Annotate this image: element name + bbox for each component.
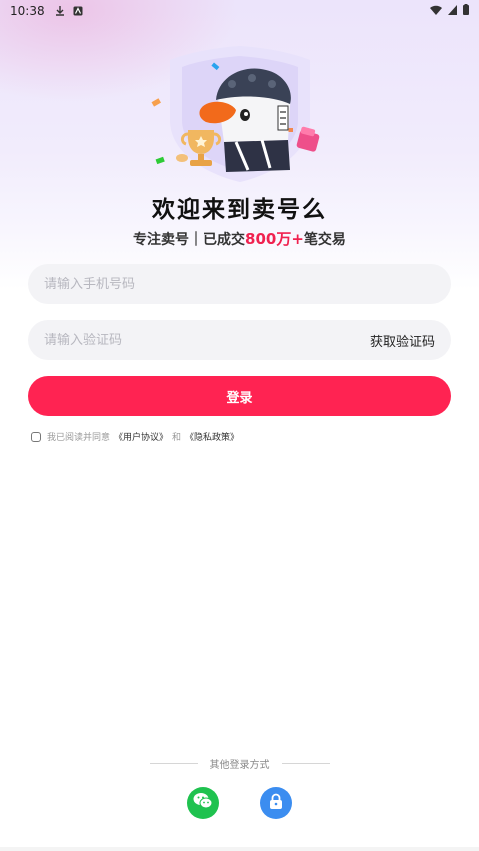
user-agreement-link[interactable]: 《用户协议》 <box>114 430 168 443</box>
page-title: 欢迎来到卖号么 <box>152 197 327 223</box>
wechat-login-button[interactable] <box>187 787 219 819</box>
status-right <box>430 4 469 18</box>
status-bar: 10:38 <box>0 0 479 22</box>
wechat-icon <box>193 792 213 814</box>
agreement-prefix: 我已阅读并同意 <box>47 433 111 443</box>
bottom-edge <box>0 847 479 851</box>
wifi-icon <box>430 4 442 18</box>
get-code-button[interactable]: 获取验证码 <box>370 331 435 350</box>
phone-field[interactable] <box>28 264 451 304</box>
other-login-label: 其他登录方式 <box>209 760 270 771</box>
lock-icon <box>269 793 283 813</box>
divider-line-left <box>149 763 198 764</box>
agreement-checkbox[interactable] <box>31 431 41 442</box>
subtitle-suffix: 笔交易 <box>303 232 346 248</box>
subtitle-prefix: 专注卖号｜已成交 <box>133 232 246 248</box>
divider-line-right <box>281 763 330 764</box>
battery-icon <box>463 4 469 18</box>
other-login-divider: 其他登录方式 <box>0 756 479 771</box>
hero-illustration <box>140 40 340 185</box>
signal-icon <box>448 4 457 18</box>
download-icon <box>55 6 65 16</box>
agreement-row: 我已阅读并同意 《用户协议》 和 《隐私政策》 <box>31 430 243 443</box>
status-time: 10:38 <box>10 4 45 18</box>
login-button[interactable]: 登录 <box>28 376 451 416</box>
privacy-policy-link[interactable]: 《隐私政策》 <box>185 430 239 443</box>
subtitle-highlight: 800万+ <box>245 230 304 248</box>
page-subtitle: 专注卖号｜已成交800万+笔交易 <box>0 228 479 249</box>
code-field[interactable]: 获取验证码 <box>28 320 451 360</box>
verification-code-input[interactable] <box>44 332 370 348</box>
password-login-button[interactable] <box>260 787 292 819</box>
notification-app-icon <box>73 6 83 16</box>
phone-input[interactable] <box>44 276 435 292</box>
agreement-conjunction: 和 <box>172 433 182 443</box>
login-screen: 10:38 欢迎来到卖号么 专注卖号｜已成交800万+笔交易 请输入手机号码 请… <box>0 0 479 851</box>
